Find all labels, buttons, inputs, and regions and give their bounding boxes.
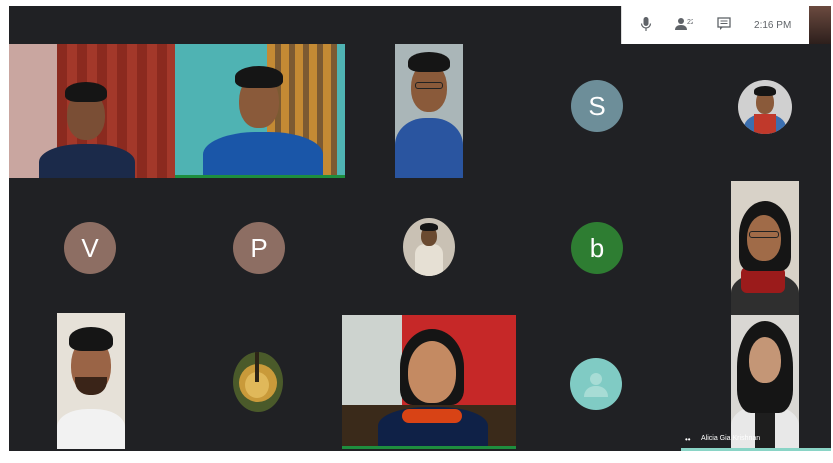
clock-time: 2:16 PM (754, 19, 792, 31)
participant-tile-video-6[interactable] (342, 315, 516, 449)
participant-avatar-photo-1[interactable] (738, 80, 792, 134)
participant-avatar-default[interactable] (570, 358, 622, 410)
screenshot: 22 2:16 PM S V P b •• Alicia Gia Krishna… (0, 0, 833, 463)
active-speaker-label: •• Alicia Gia Krishnan (681, 430, 831, 451)
speaking-indicator (175, 175, 345, 178)
speaking-indicator (342, 446, 516, 449)
participant-avatar-photo-2[interactable] (403, 218, 455, 276)
person-icon (584, 373, 608, 397)
audio-wave-icon: •• (685, 435, 691, 444)
participant-tile-video-2[interactable] (175, 44, 345, 178)
participant-tile-video-5[interactable] (57, 313, 125, 449)
speaker-indicator-line (681, 448, 831, 451)
mic-icon[interactable] (640, 16, 652, 35)
participant-tile-video-4[interactable] (731, 181, 799, 317)
participant-avatar-photo-3[interactable] (233, 352, 283, 412)
participant-avatar-b[interactable]: b (571, 222, 623, 274)
people-icon[interactable]: 22 (675, 17, 695, 34)
participant-avatar-s[interactable]: S (571, 80, 623, 132)
participant-avatar-v[interactable]: V (64, 222, 116, 274)
avatar-letter: V (81, 232, 99, 263)
participant-tile-video-1[interactable] (9, 44, 175, 178)
avatar-letter: S (588, 90, 606, 121)
top-bar: 22 2:16 PM (621, 6, 831, 44)
speaker-name: Alicia Gia Krishnan (701, 435, 761, 442)
avatar-letter: P (250, 232, 268, 263)
avatar-letter: b (589, 232, 605, 263)
meeting-grid: 22 2:16 PM S V P b •• Alicia Gia Krishna… (9, 6, 831, 451)
self-view-thumbnail[interactable] (809, 6, 831, 44)
participant-tile-video-3[interactable] (395, 44, 463, 178)
svg-text:22: 22 (687, 19, 693, 26)
chat-icon[interactable] (716, 16, 731, 34)
participant-avatar-p[interactable]: P (233, 222, 285, 274)
